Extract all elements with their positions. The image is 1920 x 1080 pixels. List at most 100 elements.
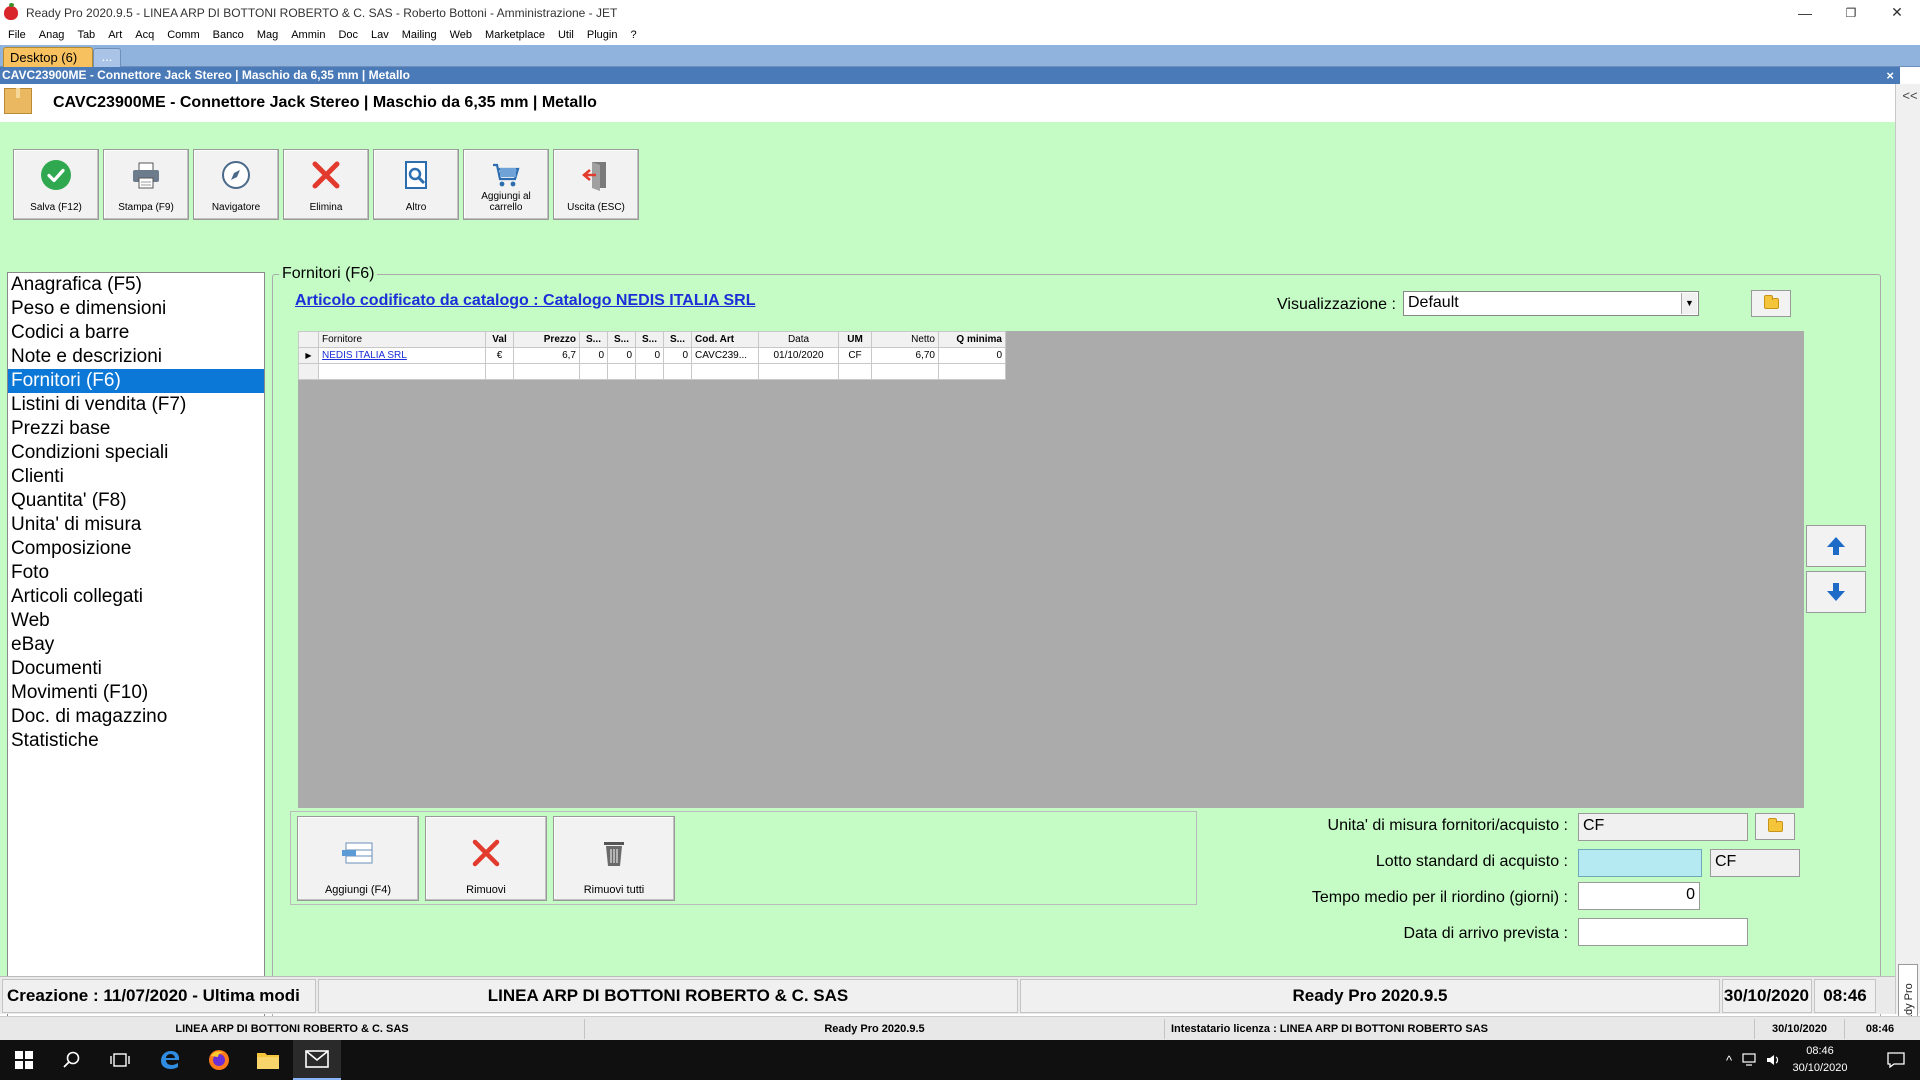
menu-plugin[interactable]: Plugin [587,29,618,41]
empty-cell[interactable] [663,363,692,380]
menu-util[interactable]: Util [558,29,574,41]
nav-item-unita-misura[interactable]: Unita' di misura [8,513,264,537]
navigator-button[interactable]: Navigatore [193,149,279,220]
move-up-button[interactable] [1806,525,1866,567]
col-netto[interactable]: Netto [871,331,939,348]
tab-more[interactable]: ... [93,48,121,67]
nav-item-quantita[interactable]: Quantita' (F8) [8,489,264,513]
menu-ammin[interactable]: Ammin [291,29,325,41]
close-document-button[interactable]: × [1886,67,1894,84]
nav-item-doc-magazzino[interactable]: Doc. di magazzino [8,705,264,729]
menu-lav[interactable]: Lav [371,29,389,41]
col-fornitore[interactable]: Fornitore [318,331,486,348]
taskbar-clock[interactable]: 08:46 30/10/2020 [1780,1043,1860,1077]
nav-item-note-descrizioni[interactable]: Note e descrizioni [8,345,264,369]
network-icon[interactable] [1742,1053,1758,1067]
table-row-new[interactable] [298,363,1006,380]
empty-cell[interactable] [758,363,839,380]
empty-cell[interactable] [513,363,580,380]
menu-acq[interactable]: Acq [135,29,154,41]
nav-item-documenti[interactable]: Documenti [8,657,264,681]
nav-item-articoli-collegati[interactable]: Articoli collegati [8,585,264,609]
cell-prezzo[interactable]: 6,7 [513,347,580,364]
empty-cell[interactable] [635,363,664,380]
empty-cell[interactable] [579,363,608,380]
col-cod-art[interactable]: Cod. Art [691,331,759,348]
menu-anag[interactable]: Anag [39,29,65,41]
menu-file[interactable]: File [8,29,26,41]
supplier-link[interactable]: NEDIS ITALIA SRL [322,350,407,361]
taskbar-edge[interactable] [146,1040,194,1080]
nav-item-ebay[interactable]: eBay [8,633,264,657]
cell-netto[interactable]: 6,70 [871,347,939,364]
col-prezzo[interactable]: Prezzo [513,331,580,348]
nav-item-movimenti[interactable]: Movimenti (F10) [8,681,264,705]
um-fornitori-folder-button[interactable] [1755,813,1795,840]
nav-item-foto[interactable]: Foto [8,561,264,585]
delete-button[interactable]: Elimina [283,149,369,220]
nav-item-web[interactable]: Web [8,609,264,633]
col-sconto-2[interactable]: S... [607,331,636,348]
empty-cell[interactable] [318,363,486,380]
restore-button[interactable]: ❐ [1828,0,1874,25]
empty-cell[interactable] [838,363,872,380]
cell-q-minima[interactable]: 0 [938,347,1006,364]
cell-sconto-1[interactable]: 0 [579,347,608,364]
menu-comm[interactable]: Comm [167,29,199,41]
start-button[interactable] [0,1040,48,1080]
nav-item-statistiche[interactable]: Statistiche [8,729,264,753]
col-um[interactable]: UM [838,331,872,348]
chevron-down-icon[interactable]: ▼ [1681,293,1697,314]
menu-marketplace[interactable]: Marketplace [485,29,545,41]
cell-sconto-3[interactable]: 0 [635,347,664,364]
collapse-panel-button[interactable]: << [1899,84,1920,118]
menu-art[interactable]: Art [108,29,122,41]
cell-cod-art[interactable]: CAVC239... [691,347,759,364]
tray-chevron-up-icon[interactable]: ^ [1726,1053,1732,1068]
col-sconto-1[interactable]: S... [579,331,608,348]
cell-val[interactable]: € [485,347,514,364]
taskbar-file-explorer[interactable] [244,1040,292,1080]
cell-data[interactable]: 01/10/2020 [758,347,839,364]
cell-um[interactable]: CF [838,347,872,364]
search-button[interactable] [48,1040,96,1080]
empty-cell[interactable] [607,363,636,380]
add-row-button[interactable]: Aggiungi (F4) [297,816,419,901]
exit-button[interactable]: Uscita (ESC) [553,149,639,220]
visualizzazione-select[interactable]: Default ▼ [1403,291,1699,316]
nav-item-prezzi-base[interactable]: Prezzi base [8,417,264,441]
remove-all-button[interactable]: Rimuovi tutti [553,816,675,901]
nav-item-composizione[interactable]: Composizione [8,537,264,561]
menu-tab[interactable]: Tab [77,29,95,41]
minimize-button[interactable]: — [1782,0,1828,25]
table-row[interactable]: ▶ NEDIS ITALIA SRL € 6,7 0 0 0 0 CAVC239… [298,347,1006,364]
cell-sconto-2[interactable]: 0 [607,347,636,364]
menu-mailing[interactable]: Mailing [402,29,437,41]
menu-banco[interactable]: Banco [213,29,244,41]
nav-item-fornitori[interactable]: Fornitori (F6) [8,369,264,393]
empty-cell[interactable] [938,363,1006,380]
empty-cell[interactable] [691,363,759,380]
menu-mag[interactable]: Mag [257,29,278,41]
empty-cell[interactable] [485,363,514,380]
task-view-button[interactable] [96,1040,144,1080]
cell-sconto-4[interactable]: 0 [663,347,692,364]
empty-cell[interactable] [871,363,939,380]
menu-doc[interactable]: Doc [338,29,358,41]
nav-item-listini-vendita[interactable]: Listini di vendita (F7) [8,393,264,417]
nav-item-anagrafica[interactable]: Anagrafica (F5) [8,273,264,297]
catalog-link[interactable]: Articolo codificato da catalogo : Catalo… [295,292,755,310]
col-data[interactable]: Data [758,331,839,348]
um-fornitori-field[interactable]: CF [1578,813,1748,841]
col-q-minima[interactable]: Q minima [938,331,1006,348]
col-sconto-4[interactable]: S... [663,331,692,348]
add-to-cart-button[interactable]: Aggiungi al carrello [463,149,549,220]
col-sconto-3[interactable]: S... [635,331,664,348]
taskbar-firefox[interactable] [195,1040,243,1080]
cell-fornitore[interactable]: NEDIS ITALIA SRL [318,347,486,364]
notification-center-button[interactable] [1872,1040,1920,1080]
print-button[interactable]: Stampa (F9) [103,149,189,220]
nav-item-codici-barre[interactable]: Codici a barre [8,321,264,345]
nav-item-condizioni-speciali[interactable]: Condizioni speciali [8,441,264,465]
tempo-riordino-field[interactable]: 0 [1578,882,1700,910]
